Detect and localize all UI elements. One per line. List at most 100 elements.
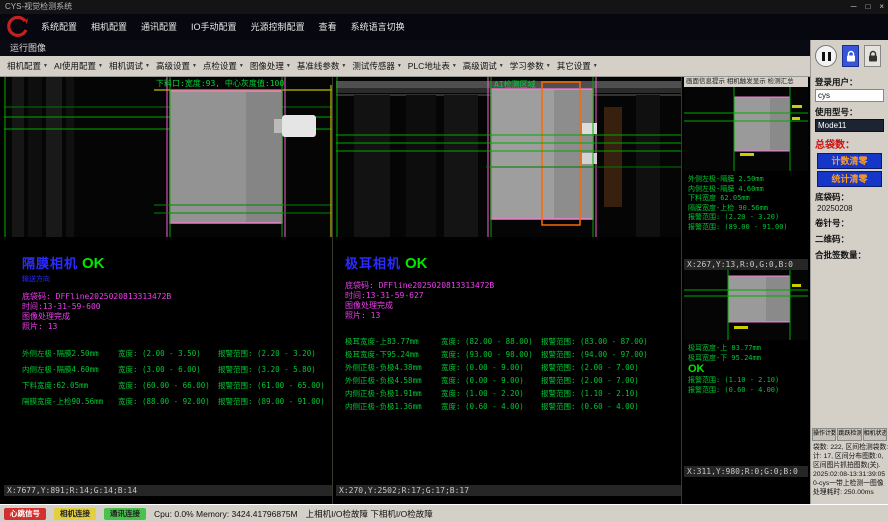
chevron-down-icon: ▼ xyxy=(98,63,103,69)
pixel-coords-middle: X:270,Y:2502;R:17;G:17;B:17 xyxy=(336,485,681,496)
window-title: CYS-视觉检测系统 xyxy=(5,2,72,11)
count-reset-button[interactable]: 计数清零 xyxy=(817,153,882,169)
result-badge-small: OK xyxy=(688,363,808,376)
view-tab-row: 运行图像 xyxy=(0,40,810,56)
lock-icon xyxy=(867,50,879,63)
chevron-down-icon: ▼ xyxy=(239,63,244,69)
total-bags-label: 总袋数： xyxy=(815,136,888,151)
chevron-down-icon: ▼ xyxy=(452,63,457,69)
tool-advanced-settings[interactable]: 高级设置▼ xyxy=(153,58,200,74)
tool-ai-use-config[interactable]: AI使用配置▼ xyxy=(51,58,106,74)
stat-line: 2025:02:08-13:31:39:05 xyxy=(813,470,888,479)
tab-run-image[interactable]: 运行图像 xyxy=(10,43,46,53)
close-button[interactable]: × xyxy=(879,0,884,14)
small-view-top[interactable]: 外侧左极-隔膜 2.50mm 内侧左极-隔膜 4.60mm 下料宽度 62.05… xyxy=(684,87,808,259)
chevron-down-icon: ▼ xyxy=(192,63,197,69)
tool-learning-params[interactable]: 学习参数▼ xyxy=(507,58,554,74)
measurement-row: 内侧正极-负极1.36mm 宽度: (0.60 - 4.00) 报警范围: (0… xyxy=(345,400,681,413)
small-view-line: 极耳宽度-下 95.24mm xyxy=(688,354,808,364)
small-view-line: 下料宽度 62.05mm xyxy=(688,194,808,204)
small-view-line: 外侧左极-隔膜 2.50mm xyxy=(688,175,808,185)
stat-line: 处理耗时: 250.00ms xyxy=(813,488,888,497)
small-view-line: 报警范围: (2.20 - 3.20) xyxy=(688,213,808,223)
chevron-down-icon: ▼ xyxy=(341,63,346,69)
small-view-line: 报警范围: (1.10 - 2.10) xyxy=(688,376,808,386)
ai-roi-label: AI检测区域 xyxy=(494,79,536,89)
lock-button-active[interactable] xyxy=(842,45,859,67)
login-user-label: 登录用户： xyxy=(815,76,888,88)
small-view-bottom[interactable]: 极耳宽度-上 83.77mm 极耳宽度-下 95.24mm OK 报警范围: (… xyxy=(684,270,808,466)
maximize-button[interactable]: □ xyxy=(865,0,870,14)
tool-camera-config[interactable]: 相机配置▼ xyxy=(4,58,51,74)
tool-image-processing[interactable]: 图像处理▼ xyxy=(247,58,294,74)
tool-other-settings[interactable]: 其它设置▼ xyxy=(554,58,601,74)
pause-button[interactable] xyxy=(815,45,837,67)
camera-title-middle: 极耳相机 xyxy=(345,256,401,271)
tool-spot-check-settings[interactable]: 点检设置▼ xyxy=(200,58,247,74)
stats-panel: 操作计数 跳跃检测 相机状态 袋数: 222, 区间检测袋数: 计: 17, 区… xyxy=(811,428,888,497)
small-view-line: 隔膜宽度-上检 90.56mm xyxy=(688,204,808,214)
camera-io-status: 上相机I/O检故障 下相机I/O检故障 xyxy=(306,508,433,520)
stat-line: 计: 17, 区间分布图数:0, xyxy=(813,452,888,461)
camera-image-middle[interactable]: AI检测区域 xyxy=(336,77,681,237)
camera-connection-badge: 相机连接 xyxy=(54,508,96,520)
menu-light-control-config[interactable]: 光源控制配置 xyxy=(244,14,312,40)
small-view-line: 报警范围: (0.60 - 4.00) xyxy=(688,386,808,396)
tab-skip-detect[interactable]: 跳跃检测 xyxy=(837,428,861,441)
comm-connection-badge: 通讯连接 xyxy=(104,508,146,520)
tool-baseline-params[interactable]: 基准线参数▼ xyxy=(294,58,349,74)
result-badge-middle: OK xyxy=(405,255,428,272)
measurement-row: 外侧正极-负极4.58mm 宽度: (0.00 - 9.00) 报警范围: (2… xyxy=(345,374,681,387)
tool-camera-debug[interactable]: 相机调试▼ xyxy=(106,58,153,74)
tool-test-sensor[interactable]: 测试传感器▼ xyxy=(349,58,404,74)
chevron-down-icon: ▼ xyxy=(593,63,598,69)
camera-image-left[interactable]: 下料口:宽度:93, 中心灰度值:100 xyxy=(4,77,332,237)
measurement-row: 外侧左极-隔膜2.50mm 宽度: (2.00 - 3.50) 报警范围: (2… xyxy=(22,346,332,362)
pixel-coords-small-top: X:267,Y:13,R:0,G:0,B:0 xyxy=(684,259,808,270)
pixel-coords-left: X:7677,Y:891;R:14;G:14;B:14 xyxy=(4,485,332,496)
menu-camera-config[interactable]: 相机配置 xyxy=(84,14,134,40)
menu-system-config[interactable]: 系统配置 xyxy=(34,14,84,40)
chevron-down-icon: ▼ xyxy=(286,63,291,69)
small-views-header: 画面信息提示 相机触发显示 检测汇总 xyxy=(684,77,808,87)
pixel-coords-small-bottom: X:311,Y:980;R:0;G:0;B:0 xyxy=(684,466,808,477)
photo-count-line: 照片: 13 xyxy=(22,322,332,332)
tab-camera-status[interactable]: 相机状态 xyxy=(863,428,887,441)
process-done-line: 图像处理完成 xyxy=(22,312,332,322)
result-badge-left: OK xyxy=(82,255,105,272)
menu-io-manual-config[interactable]: IO手动配置 xyxy=(184,14,244,40)
camera-image-small-bottom xyxy=(684,270,808,340)
barcode-line: 底袋码: DFFline2025020813313472B xyxy=(22,292,332,302)
minimize-button[interactable]: ─ xyxy=(851,0,857,14)
chevron-down-icon: ▼ xyxy=(397,63,402,69)
measurement-row: 内侧正极-负极1.91mm 宽度: (1.00 - 2.20) 报警范围: (1… xyxy=(345,387,681,400)
control-buttons xyxy=(811,40,888,72)
winding-needle-label: 卷针号： xyxy=(815,217,888,229)
model-label: 使用型号： xyxy=(815,106,888,118)
camera-title-left: 隔膜相机 xyxy=(22,256,78,271)
measurement-row: 极耳宽度-上83.77mm 宽度: (82.00 - 88.00) 报警范围: … xyxy=(345,335,681,348)
tool-advanced-debug[interactable]: 高级调试▼ xyxy=(460,58,507,74)
small-view-line: 内侧左极-隔膜 4.60mm xyxy=(688,185,808,195)
tab-operation-count[interactable]: 操作计数 xyxy=(812,428,836,441)
tool-plc-address-table[interactable]: PLC地址表▼ xyxy=(405,58,460,74)
small-views-column: 画面信息提示 相机触发显示 检测汇总 外侧左极-隔膜 2.50mm 内侧左极-隔… xyxy=(684,77,808,504)
bottom-bag-code-label: 底袋码： xyxy=(815,191,888,203)
menu-view[interactable]: 查看 xyxy=(312,14,344,40)
lock-button[interactable] xyxy=(864,45,881,67)
chevron-down-icon: ▼ xyxy=(499,63,504,69)
cpu-memory-status: Cpu: 0.0% Memory: 3424.41796875M xyxy=(154,509,298,519)
pause-icon xyxy=(828,52,831,61)
status-bar: 心跳信号 相机连接 通讯连接 Cpu: 0.0% Memory: 3424.41… xyxy=(0,504,888,522)
menu-language-switch[interactable]: 系统语言切换 xyxy=(344,14,412,40)
menu-comm-config[interactable]: 通讯配置 xyxy=(134,14,184,40)
stats-reset-button[interactable]: 统计清零 xyxy=(817,171,882,187)
left-overlay-text: 下料口:宽度:93, 中心灰度值:100 xyxy=(156,78,284,88)
measurement-row: 隔膜宽度-上检90.56mm 宽度: (88.00 - 92.00) 报警范围:… xyxy=(22,394,332,410)
camera-panel-left: 下料口:宽度:93, 中心灰度值:100 隔膜相机 OK 输送方向 底袋码: DF… xyxy=(4,77,333,504)
menu-bar: 系统配置 相机配置 通讯配置 IO手动配置 光源控制配置 查看 系统语言切换 xyxy=(0,14,888,40)
title-bar: CYS-视觉检测系统 ─ □ × xyxy=(0,0,888,14)
batch-quantity-label: 合批签数量： xyxy=(815,249,888,261)
direction-label: 输送方向 xyxy=(22,274,332,284)
bottom-bag-code-value: 20250208 xyxy=(817,204,888,213)
